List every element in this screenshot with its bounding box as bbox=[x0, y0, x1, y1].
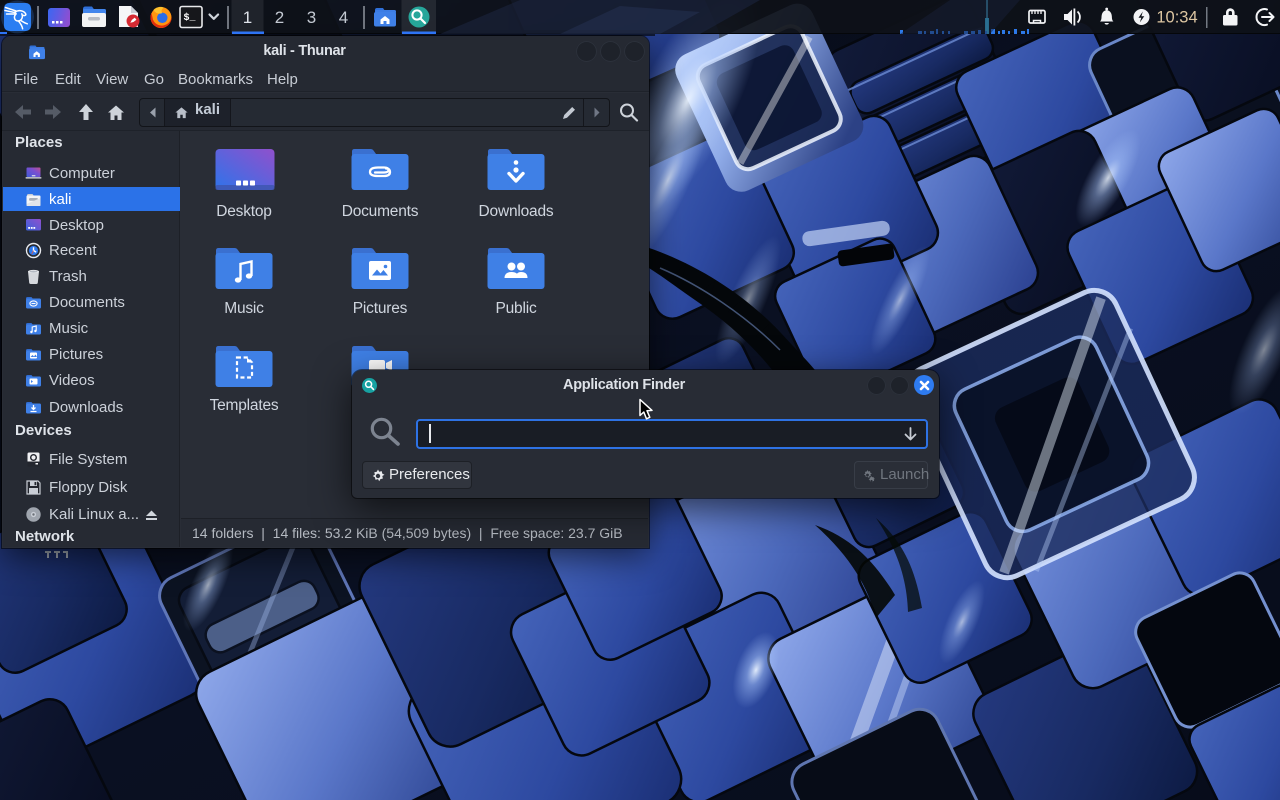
svg-text:10:34: 10:34 bbox=[1156, 9, 1197, 27]
svg-text:2: 2 bbox=[275, 8, 284, 27]
svg-text:4: 4 bbox=[339, 8, 348, 27]
svg-text:3: 3 bbox=[307, 8, 316, 27]
svg-text:$_: $_ bbox=[184, 12, 197, 24]
svg-text:1: 1 bbox=[243, 8, 252, 27]
